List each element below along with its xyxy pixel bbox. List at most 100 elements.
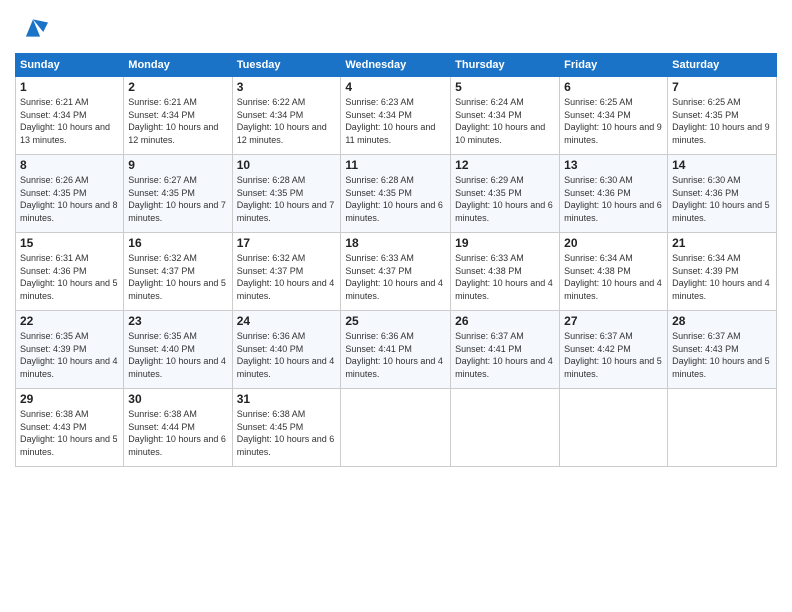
sunset-label: Sunset: 4:34 PM <box>345 110 412 120</box>
daylight-label: Daylight: 10 hours and 5 minutes. <box>128 278 226 301</box>
day-number: 9 <box>128 158 227 172</box>
sunset-label: Sunset: 4:34 PM <box>455 110 522 120</box>
day-cell <box>668 389 777 467</box>
day-info: Sunrise: 6:37 AM Sunset: 4:43 PM Dayligh… <box>672 330 772 380</box>
day-number: 1 <box>20 80 119 94</box>
day-info: Sunrise: 6:36 AM Sunset: 4:41 PM Dayligh… <box>345 330 446 380</box>
sunset-label: Sunset: 4:40 PM <box>128 344 195 354</box>
day-cell <box>341 389 451 467</box>
sunrise-label: Sunrise: 6:35 AM <box>128 331 197 341</box>
daylight-label: Daylight: 10 hours and 12 minutes. <box>128 122 218 145</box>
day-number: 11 <box>345 158 446 172</box>
day-info: Sunrise: 6:25 AM Sunset: 4:35 PM Dayligh… <box>672 96 772 146</box>
day-cell: 3 Sunrise: 6:22 AM Sunset: 4:34 PM Dayli… <box>232 77 341 155</box>
week-row-2: 8 Sunrise: 6:26 AM Sunset: 4:35 PM Dayli… <box>16 155 777 233</box>
day-number: 17 <box>237 236 337 250</box>
day-info: Sunrise: 6:31 AM Sunset: 4:36 PM Dayligh… <box>20 252 119 302</box>
sunset-label: Sunset: 4:35 PM <box>455 188 522 198</box>
day-cell: 14 Sunrise: 6:30 AM Sunset: 4:36 PM Dayl… <box>668 155 777 233</box>
sunset-label: Sunset: 4:39 PM <box>20 344 87 354</box>
day-info: Sunrise: 6:28 AM Sunset: 4:35 PM Dayligh… <box>345 174 446 224</box>
day-cell: 16 Sunrise: 6:32 AM Sunset: 4:37 PM Dayl… <box>124 233 232 311</box>
day-cell: 12 Sunrise: 6:29 AM Sunset: 4:35 PM Dayl… <box>451 155 560 233</box>
sunset-label: Sunset: 4:42 PM <box>564 344 631 354</box>
day-cell: 9 Sunrise: 6:27 AM Sunset: 4:35 PM Dayli… <box>124 155 232 233</box>
day-info: Sunrise: 6:32 AM Sunset: 4:37 PM Dayligh… <box>128 252 227 302</box>
daylight-label: Daylight: 10 hours and 13 minutes. <box>20 122 110 145</box>
sunrise-label: Sunrise: 6:34 AM <box>564 253 633 263</box>
day-info: Sunrise: 6:33 AM Sunset: 4:38 PM Dayligh… <box>455 252 555 302</box>
day-info: Sunrise: 6:30 AM Sunset: 4:36 PM Dayligh… <box>564 174 663 224</box>
day-number: 15 <box>20 236 119 250</box>
sunrise-label: Sunrise: 6:35 AM <box>20 331 89 341</box>
day-number: 16 <box>128 236 227 250</box>
day-info: Sunrise: 6:28 AM Sunset: 4:35 PM Dayligh… <box>237 174 337 224</box>
sunrise-label: Sunrise: 6:38 AM <box>128 409 197 419</box>
day-number: 24 <box>237 314 337 328</box>
sunset-label: Sunset: 4:34 PM <box>20 110 87 120</box>
day-cell: 13 Sunrise: 6:30 AM Sunset: 4:36 PM Dayl… <box>560 155 668 233</box>
daylight-label: Daylight: 10 hours and 5 minutes. <box>672 356 770 379</box>
day-info: Sunrise: 6:35 AM Sunset: 4:39 PM Dayligh… <box>20 330 119 380</box>
day-number: 6 <box>564 80 663 94</box>
daylight-label: Daylight: 10 hours and 4 minutes. <box>455 278 553 301</box>
day-cell: 22 Sunrise: 6:35 AM Sunset: 4:39 PM Dayl… <box>16 311 124 389</box>
daylight-label: Daylight: 10 hours and 4 minutes. <box>345 278 443 301</box>
day-info: Sunrise: 6:34 AM Sunset: 4:39 PM Dayligh… <box>672 252 772 302</box>
day-number: 7 <box>672 80 772 94</box>
day-cell: 17 Sunrise: 6:32 AM Sunset: 4:37 PM Dayl… <box>232 233 341 311</box>
day-info: Sunrise: 6:25 AM Sunset: 4:34 PM Dayligh… <box>564 96 663 146</box>
day-cell: 10 Sunrise: 6:28 AM Sunset: 4:35 PM Dayl… <box>232 155 341 233</box>
day-cell: 30 Sunrise: 6:38 AM Sunset: 4:44 PM Dayl… <box>124 389 232 467</box>
sunset-label: Sunset: 4:35 PM <box>345 188 412 198</box>
sunset-label: Sunset: 4:44 PM <box>128 422 195 432</box>
sunrise-label: Sunrise: 6:30 AM <box>564 175 633 185</box>
day-info: Sunrise: 6:36 AM Sunset: 4:40 PM Dayligh… <box>237 330 337 380</box>
day-info: Sunrise: 6:35 AM Sunset: 4:40 PM Dayligh… <box>128 330 227 380</box>
day-cell: 31 Sunrise: 6:38 AM Sunset: 4:45 PM Dayl… <box>232 389 341 467</box>
day-cell: 4 Sunrise: 6:23 AM Sunset: 4:34 PM Dayli… <box>341 77 451 155</box>
day-info: Sunrise: 6:38 AM Sunset: 4:44 PM Dayligh… <box>128 408 227 458</box>
daylight-label: Daylight: 10 hours and 9 minutes. <box>564 122 662 145</box>
day-cell: 2 Sunrise: 6:21 AM Sunset: 4:34 PM Dayli… <box>124 77 232 155</box>
sunrise-label: Sunrise: 6:33 AM <box>455 253 524 263</box>
sunset-label: Sunset: 4:35 PM <box>20 188 87 198</box>
daylight-label: Daylight: 10 hours and 7 minutes. <box>128 200 226 223</box>
day-number: 26 <box>455 314 555 328</box>
daylight-label: Daylight: 10 hours and 4 minutes. <box>455 356 553 379</box>
day-number: 31 <box>237 392 337 406</box>
day-cell: 26 Sunrise: 6:37 AM Sunset: 4:41 PM Dayl… <box>451 311 560 389</box>
sunset-label: Sunset: 4:41 PM <box>345 344 412 354</box>
col-header-saturday: Saturday <box>668 54 777 77</box>
day-cell: 24 Sunrise: 6:36 AM Sunset: 4:40 PM Dayl… <box>232 311 341 389</box>
day-info: Sunrise: 6:34 AM Sunset: 4:38 PM Dayligh… <box>564 252 663 302</box>
sunset-label: Sunset: 4:34 PM <box>564 110 631 120</box>
day-number: 18 <box>345 236 446 250</box>
sunrise-label: Sunrise: 6:38 AM <box>20 409 89 419</box>
day-info: Sunrise: 6:29 AM Sunset: 4:35 PM Dayligh… <box>455 174 555 224</box>
sunrise-label: Sunrise: 6:23 AM <box>345 97 414 107</box>
sunset-label: Sunset: 4:35 PM <box>672 110 739 120</box>
day-info: Sunrise: 6:33 AM Sunset: 4:37 PM Dayligh… <box>345 252 446 302</box>
daylight-label: Daylight: 10 hours and 4 minutes. <box>128 356 226 379</box>
daylight-label: Daylight: 10 hours and 6 minutes. <box>237 434 335 457</box>
day-number: 14 <box>672 158 772 172</box>
sunset-label: Sunset: 4:36 PM <box>20 266 87 276</box>
daylight-label: Daylight: 10 hours and 12 minutes. <box>237 122 327 145</box>
day-number: 27 <box>564 314 663 328</box>
sunrise-label: Sunrise: 6:24 AM <box>455 97 524 107</box>
day-number: 12 <box>455 158 555 172</box>
day-number: 23 <box>128 314 227 328</box>
daylight-label: Daylight: 10 hours and 10 minutes. <box>455 122 545 145</box>
sunrise-label: Sunrise: 6:30 AM <box>672 175 741 185</box>
sunrise-label: Sunrise: 6:28 AM <box>345 175 414 185</box>
daylight-label: Daylight: 10 hours and 6 minutes. <box>128 434 226 457</box>
col-header-tuesday: Tuesday <box>232 54 341 77</box>
day-info: Sunrise: 6:38 AM Sunset: 4:43 PM Dayligh… <box>20 408 119 458</box>
logo-icon <box>18 14 48 42</box>
daylight-label: Daylight: 10 hours and 4 minutes. <box>20 356 118 379</box>
daylight-label: Daylight: 10 hours and 4 minutes. <box>345 356 443 379</box>
day-number: 30 <box>128 392 227 406</box>
daylight-label: Daylight: 10 hours and 5 minutes. <box>20 278 118 301</box>
col-header-thursday: Thursday <box>451 54 560 77</box>
